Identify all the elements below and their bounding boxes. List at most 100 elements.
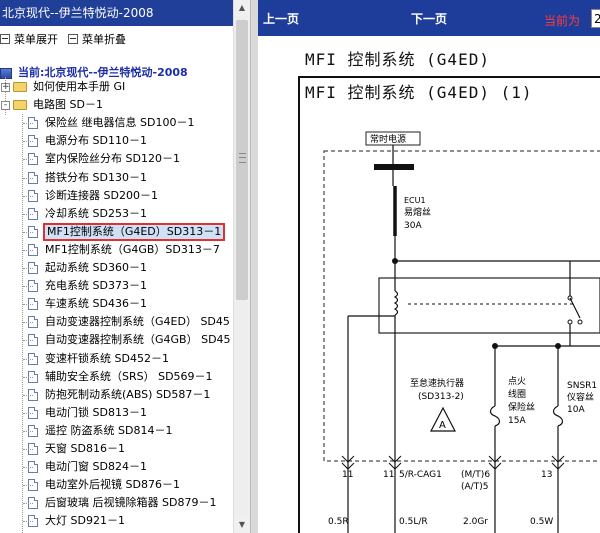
- tree-doc-item[interactable]: 天窗 SD816－1: [28, 440, 127, 458]
- tree-doc-item[interactable]: 自动变速器控制系统（G4GB） SD45: [28, 331, 233, 349]
- tree-connector: [23, 123, 33, 125]
- tree-doc-item[interactable]: 电动室外后视镜 SD876－1: [28, 476, 182, 494]
- switch-arm: [569, 297, 581, 319]
- tree-item-label: 如何使用本手册 GI: [33, 80, 126, 93]
- tree-connector: [23, 340, 33, 342]
- expand-node-icon[interactable]: +: [1, 82, 10, 92]
- pin-label: (M/T)6: [461, 470, 490, 480]
- pin-label: 13: [541, 470, 552, 480]
- scroll-up-arrow-icon[interactable]: ▲: [234, 0, 250, 16]
- power-label: 常时电源: [370, 133, 406, 145]
- next-page-link[interactable]: 下一页: [411, 10, 447, 27]
- folder-icon: [13, 100, 27, 111]
- tree-doc-item[interactable]: 遥控 防盗系统 SD814－1: [28, 422, 174, 440]
- tree-folder-item[interactable]: - 电路图 SD－1: [1, 96, 105, 114]
- tree-doc-item[interactable]: 大灯 SD921－1: [28, 512, 127, 530]
- tree-connector: [23, 177, 33, 179]
- tree-item-label: 搭铁分布 SD130－1: [45, 170, 147, 184]
- tree-doc-item[interactable]: MF1控制系统（G4ED）SD313－1: [28, 222, 226, 241]
- tree-folder-item[interactable]: + 如何使用本手册 GI: [1, 78, 127, 96]
- tree-doc-item[interactable]: 车速系统 SD436－1: [28, 295, 149, 313]
- fuse-ign-line1: 点火: [508, 376, 526, 387]
- tree-doc-item[interactable]: 冷却系统 SD253－1: [28, 205, 149, 223]
- tree-connector: [23, 249, 33, 251]
- tree-item-label: 电动门窗 SD824－1: [45, 460, 147, 474]
- tree-item-label: 冷却系统 SD253－1: [45, 206, 147, 220]
- fuse-snsr-line3: 10A: [567, 405, 585, 415]
- tree-connector: [23, 286, 33, 288]
- tree-doc-item[interactable]: 搭铁分布 SD130－1: [28, 169, 149, 187]
- tree-item-label: MF1控制系统（G4GB）SD313－7: [45, 242, 220, 256]
- tree-connector: [23, 231, 33, 233]
- pin-label: 11: [383, 470, 394, 480]
- relay-box: [378, 277, 600, 334]
- tree-item-label: 电动室外后视镜 SD876－1: [45, 478, 180, 492]
- expand-menu-label: 菜单展开: [14, 33, 58, 46]
- tree-item-label: 电动门锁 SD813－1: [45, 405, 147, 419]
- tree-item-label: 自动变速器控制系统（G4ED） SD45: [45, 315, 230, 329]
- collapse-menu-button[interactable]: 菜单折叠: [68, 31, 126, 47]
- tree-connector: [23, 449, 33, 450]
- fuse-ign-line3: 保险丝: [508, 401, 535, 413]
- tree-connector: [23, 141, 33, 143]
- folder-icon: [13, 82, 27, 92]
- tree-doc-item[interactable]: 室内保险丝分布 SD120－1: [28, 150, 182, 168]
- fuse-snsr-line1: SNSR1: [567, 381, 597, 391]
- tree-doc-item[interactable]: 变速杆锁系统 SD452－1: [28, 350, 171, 368]
- prev-page-link[interactable]: 上一页: [263, 10, 299, 27]
- switch-contact: [567, 319, 573, 325]
- tree-item-label: 保险丝 继电器信息 SD100－1: [45, 116, 195, 130]
- bus-bar: [374, 164, 414, 170]
- collapse-node-icon[interactable]: -: [1, 100, 10, 110]
- tree-item-label: 自动变速器控制系统（G4GB） SD45: [45, 333, 231, 347]
- panel-splitter[interactable]: [250, 0, 258, 533]
- tree-connector: [23, 376, 33, 378]
- tree-item-label: 大灯 SD921－1: [45, 514, 125, 528]
- pin-label: 11: [342, 470, 353, 480]
- tree-connector: [23, 394, 33, 396]
- tree-doc-item[interactable]: 起动系统 SD360－1: [28, 259, 149, 277]
- tree-item-label: 防抱死制动系统(ABS) SD587－1: [45, 387, 211, 401]
- tree-connector: [23, 412, 33, 414]
- tree-doc-item[interactable]: 电动门锁 SD813－1: [28, 404, 149, 422]
- tree-connector: [23, 213, 33, 215]
- tree-connector: [23, 521, 33, 523]
- tree-doc-item[interactable]: MF1控制系统（G4GB）SD313－7: [28, 241, 222, 259]
- collapse-menu-label: 菜单折叠: [82, 33, 126, 46]
- page-nav-bar: 上一页 下一页 当前为: [258, 0, 600, 36]
- tree-panel: 北京现代--伊兰特悦动-2008 菜单展开 菜单折叠 当前:北京现代--伊兰特悦…: [0, 0, 233, 533]
- expand-menu-button[interactable]: 菜单展开: [0, 31, 58, 47]
- actuator-label-line1: 至怠速执行器: [410, 377, 464, 389]
- relay-coil-symbol: [393, 290, 399, 316]
- wire-color-label: 0.5W: [530, 517, 553, 527]
- scroll-down-arrow-icon[interactable]: ▼: [234, 517, 250, 533]
- fuse-snsr-line2: 仪容丝: [567, 391, 594, 403]
- document-view: MFI 控制系统 (G4ED) MFI 控制系统 (G4ED) (1) 常时电源…: [258, 36, 600, 533]
- tree-item-label: 起动系统 SD360－1: [45, 261, 147, 274]
- tree-doc-item[interactable]: 电源分布 SD110－1: [28, 132, 149, 150]
- tree-panel-title: 北京现代--伊兰特悦动-2008: [0, 0, 233, 26]
- tree-doc-item[interactable]: 电动门窗 SD824－1: [28, 458, 149, 476]
- actuator-symbol-label: A: [439, 420, 446, 431]
- tree-item-label: 辅助安全系统（SRS） SD569－1: [45, 369, 213, 383]
- tree-doc-item[interactable]: 诊断连接器 SD200－1: [28, 187, 160, 205]
- tree-connector: [23, 485, 33, 487]
- tree-item-label: 遥控 防盗系统 SD814－1: [45, 423, 173, 437]
- tree-doc-item[interactable]: 辅助安全系统（SRS） SD569－1: [28, 368, 215, 386]
- fuse-ign-line4: 15A: [508, 416, 526, 426]
- scroll-grip-icon: [239, 153, 246, 163]
- collapse-icon: [68, 34, 78, 44]
- fuse-main-line3: 30A: [404, 221, 422, 231]
- tree-doc-item[interactable]: 自动变速器控制系统（G4ED） SD45: [28, 313, 232, 331]
- tree-doc-item[interactable]: 保险丝 继电器信息 SD100－1: [28, 114, 196, 132]
- page-number-input[interactable]: [591, 9, 600, 28]
- pin-label: 5/R-CAG1: [399, 470, 442, 480]
- tree-item-label: 室内保险丝分布 SD120－1: [45, 152, 180, 166]
- tree-doc-item[interactable]: 充电系统 SD373－1: [28, 277, 149, 295]
- tree-doc-item[interactable]: 后窗玻璃 后视镜除箱器 SD879－1: [28, 494, 218, 512]
- book-icon: [0, 67, 12, 79]
- actuator-label-line2: (SD313-2): [418, 392, 464, 402]
- tree-scrollbar[interactable]: ▲ ▼: [233, 0, 250, 533]
- tree-doc-item[interactable]: 防抱死制动系统(ABS) SD587－1: [28, 386, 212, 404]
- pin-label: (A/T)5: [461, 482, 488, 492]
